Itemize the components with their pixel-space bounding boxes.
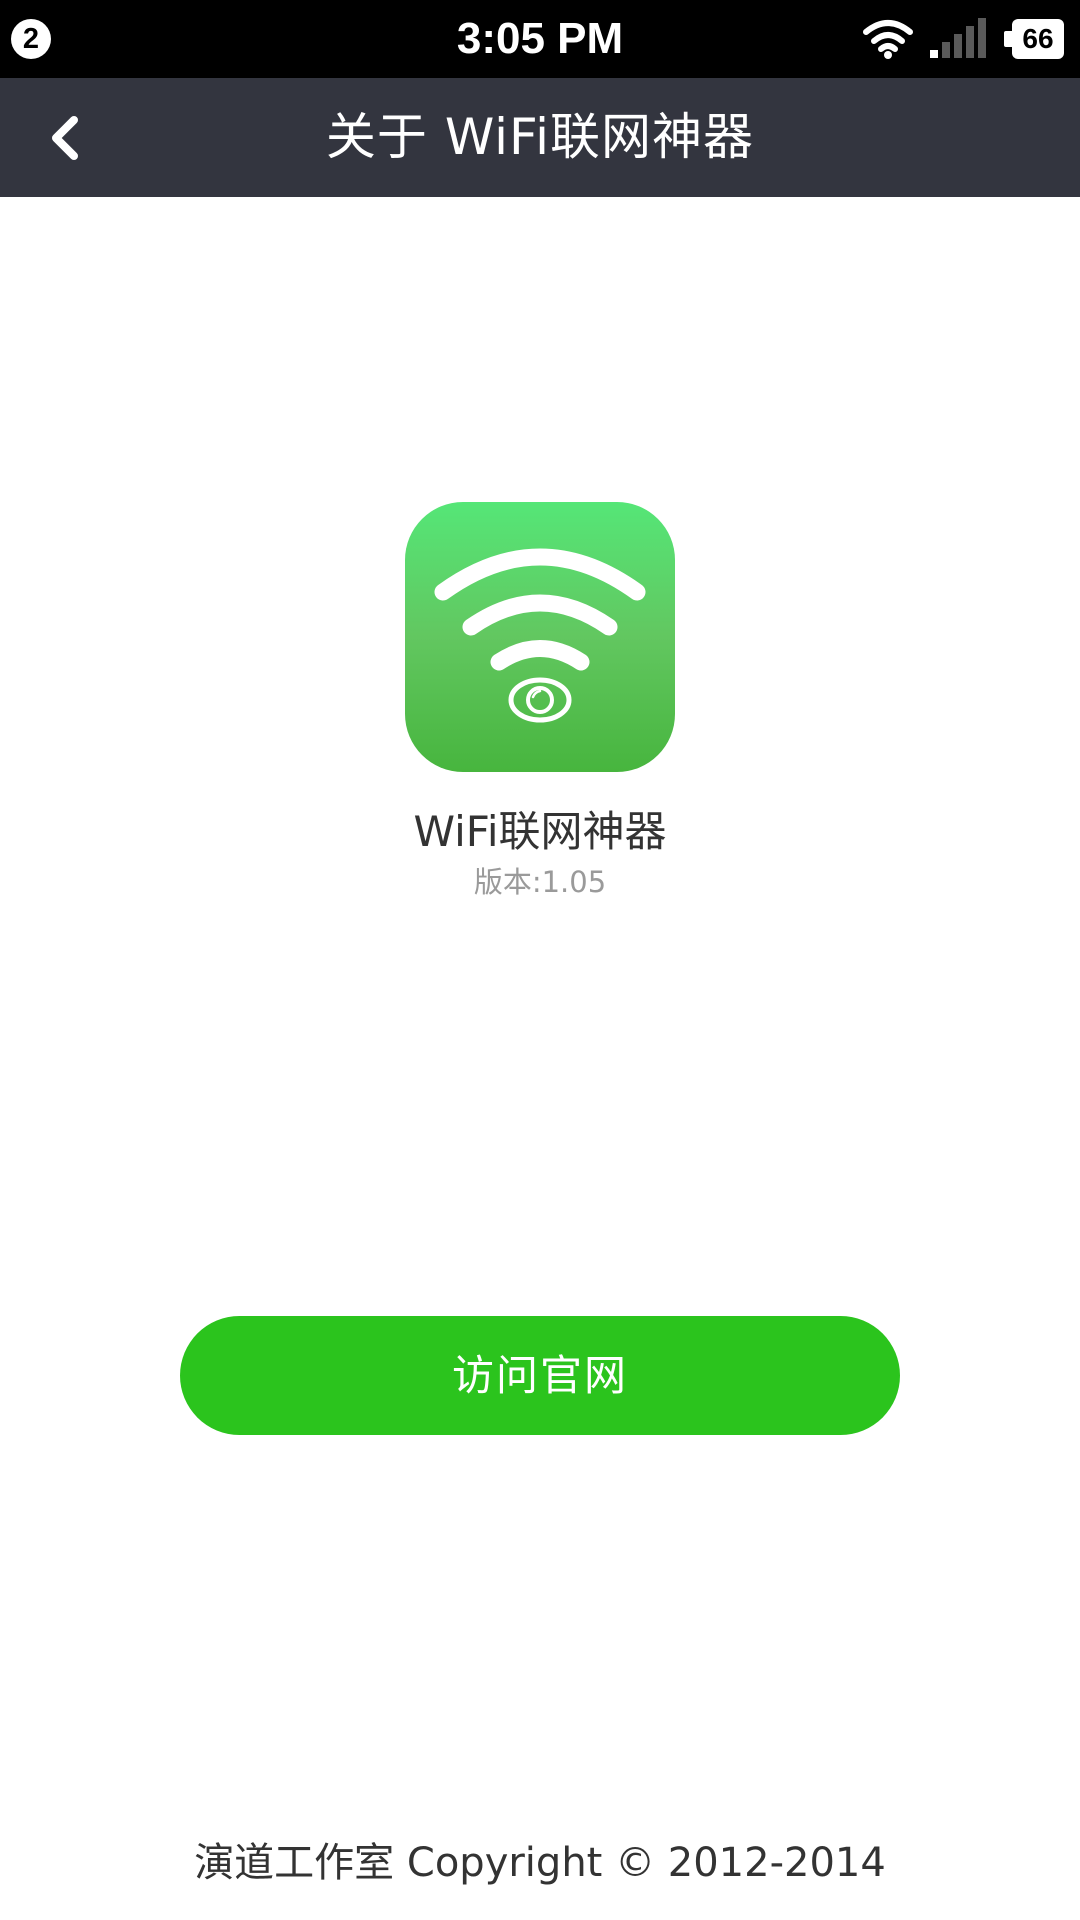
cellular-signal-icon <box>930 18 986 58</box>
page-title: 关于 WiFi联网神器 <box>325 108 755 166</box>
about-screen: 2 3:05 PM 66 关于 WiFi联网神器 WiFi联网神器 版本:1.0… <box>0 0 1080 1920</box>
visit-website-button[interactable]: 访问官网 <box>180 1316 900 1435</box>
chevron-left-icon <box>52 116 78 160</box>
wifi-eye-icon <box>434 548 646 723</box>
copyright-text: 演道工作室 Copyright © 2012-2014 <box>194 1840 886 1886</box>
app-name: WiFi联网神器 <box>413 807 667 856</box>
back-button[interactable] <box>30 98 110 178</box>
wifi-icon <box>863 20 913 59</box>
app-version: 版本:1.05 <box>473 865 607 899</box>
battery-indicator: 66 <box>1004 19 1064 59</box>
status-time: 3:05 PM <box>456 14 624 63</box>
navigation-bar: 关于 WiFi联网神器 <box>0 78 1080 197</box>
app-icon <box>405 502 675 772</box>
battery-level: 66 <box>1012 19 1064 59</box>
battery-cap <box>1004 31 1012 47</box>
status-bar: 2 3:05 PM 66 <box>0 0 1080 78</box>
